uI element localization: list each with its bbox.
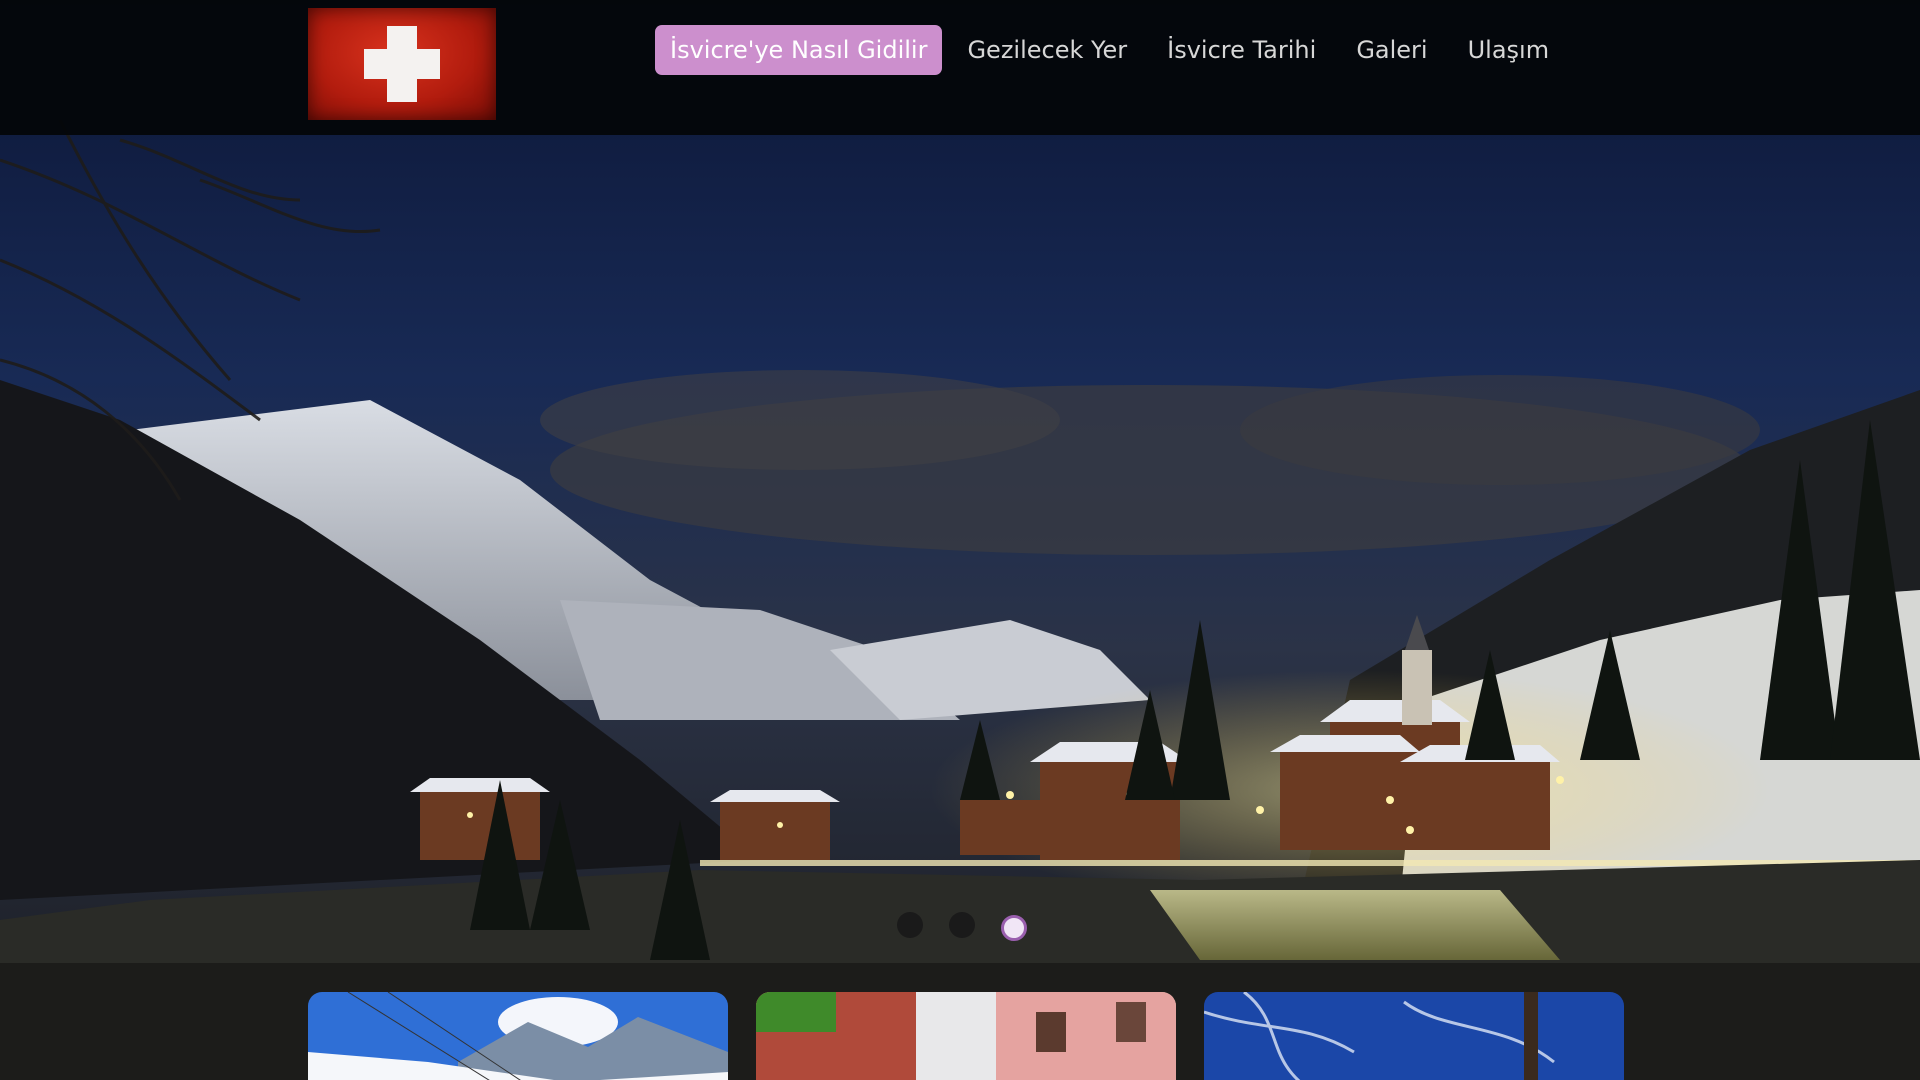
nav-item-history[interactable]: İsvicre Tarihi	[1152, 25, 1331, 75]
slider-indicators	[897, 912, 1027, 941]
nav-item-transport[interactable]: Ulaşım	[1453, 25, 1565, 75]
swiss-flag-logo[interactable]	[308, 8, 496, 120]
snowy-mountains-image	[308, 992, 728, 1080]
top-navigation-bar: İsvicre'ye Nasıl Gidilir Gezilecek Yer İ…	[0, 0, 1920, 135]
slider-dot-1[interactable]	[897, 912, 923, 938]
preview-cards	[308, 992, 1624, 1080]
slider-dot-3[interactable]	[1001, 915, 1027, 941]
nav-item-places-to-visit[interactable]: Gezilecek Yer	[952, 25, 1142, 75]
swiss-cross-icon	[364, 26, 440, 102]
main-nav: İsvicre'ye Nasıl Gidilir Gezilecek Yer İ…	[655, 25, 1564, 75]
winter-forest-image	[1204, 992, 1624, 1080]
nav-item-gallery[interactable]: Galeri	[1341, 25, 1442, 75]
card-winter-forest[interactable]	[1204, 992, 1624, 1080]
slider-dot-2[interactable]	[949, 912, 975, 938]
card-town-street[interactable]	[756, 992, 1176, 1080]
page: İsvicre'ye Nasıl Gidilir Gezilecek Yer İ…	[0, 0, 1920, 1080]
card-snowy-mountains[interactable]	[308, 992, 728, 1080]
nav-item-how-to-get-there[interactable]: İsvicre'ye Nasıl Gidilir	[655, 25, 943, 75]
town-street-image	[756, 992, 1176, 1080]
